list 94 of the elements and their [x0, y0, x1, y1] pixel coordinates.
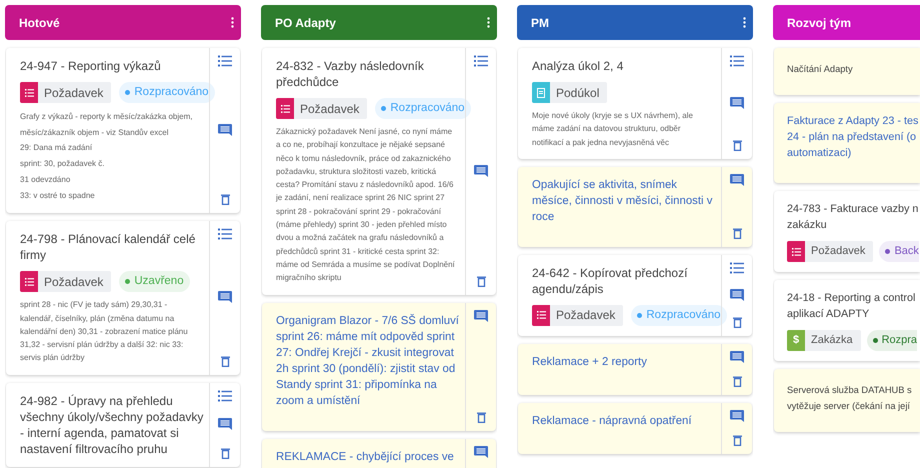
note-text: Načítání Adapty: [787, 63, 854, 76]
note-text: Reklamace - nápravná opatření: [532, 414, 693, 429]
card-title: 24-982 - Úpravy na přehledu všechny úkoly/všechny požadavky - interní agenda, pamatovat si nastavení filtrovacího pruhu: [20, 392, 204, 457]
status-label: Rozpracováno: [134, 84, 209, 100]
trash-icon[interactable]: [732, 316, 742, 328]
note-text: Organigram Blazor - 7/6 SŠ domluví sprint 26: máme mít odpověd sprint 27: Ondřej Krejčí - zkusit integrovat 2h sprint 30 (pondělí): zjistit stav od Standy sprint 31: připomínka na zoom a umístění: [276, 313, 460, 409]
description-text: 33: v ostré to spadne: [20, 190, 96, 202]
task-card[interactable]: Analýza úkol 2, 4 Podúkol Moje nové úkoly (kryje se s UX návrhem), ale máme zadání na datovou strukturu, odběr notifikací a pak jedna nevyjasněná věc: [518, 48, 752, 159]
task-card[interactable]: 24-783 - Fakturace vazby n zakázku Požadavek Back: [774, 191, 920, 272]
card-title: 24-832 - Vazby následovník předchůdce: [276, 58, 425, 90]
status-label: Uzavřeno: [134, 274, 184, 290]
note-text: REKLAMACE - chybějící proces ve: [276, 450, 455, 465]
document-icon: [537, 88, 545, 98]
comment-icon[interactable]: [474, 446, 488, 459]
list-icon[interactable]: [218, 55, 232, 67]
note-text: Fakturace z Adapty 23 - tes 24 - plán na představení (o automatizaci): [787, 114, 920, 161]
list-icon: [536, 311, 546, 320]
type-label: Požadavek: [811, 244, 866, 260]
comment-icon[interactable]: [730, 288, 744, 302]
trash-icon[interactable]: [220, 448, 230, 459]
task-card[interactable]: [6, 221, 240, 375]
note-card[interactable]: Opakující se aktivita, snímek měsíce, činnosti v měsíci, činnosti v roce: [518, 166, 752, 247]
note-text: Reklamace + 2 reporty: [532, 354, 648, 370]
card-title: 24-947 - Reporting výkazů: [20, 58, 162, 74]
type-label: Požadavek: [44, 84, 104, 102]
more-menu-icon[interactable]: [231, 17, 234, 28]
trash-icon[interactable]: [220, 356, 230, 367]
description-text: Grafy z výkazů - reporty k měsíc/zakázka objem, měsíc/zákazník objem - viz Standův excel: [20, 111, 194, 139]
list-icon: [792, 248, 800, 256]
card-title: 24-642 - Kopírovat předchozí agendu/zápis: [532, 264, 688, 297]
trash-icon[interactable]: [476, 412, 486, 423]
note-card[interactable]: Organigram Blazor - 7/6 SŠ domluví sprint 26: máme mít odpověd sprint 27: Ondřej Krejčí - zkusit integrovat 2h sprint 30 (pondělí): zjistit stav od Standy sprint 31: připomínka na zoom a umístění: [262, 302, 496, 431]
status-label: Rozpracováno: [390, 100, 465, 116]
note-text: Opakující se aktivita, snímek měsíce, činnosti v měsíci, činnosti v roce: [532, 178, 714, 225]
description-text: sprint: 30, požadavek č.: [20, 158, 106, 170]
comment-icon[interactable]: [218, 124, 232, 138]
list-icon[interactable]: [730, 262, 744, 274]
status-label: Back: [894, 244, 919, 260]
trash-icon[interactable]: [476, 276, 486, 287]
comment-icon[interactable]: [218, 418, 232, 432]
card-title: 24-798 - Plánovací kalendář celé firmy: [20, 231, 196, 264]
type-label: Požadavek: [300, 100, 360, 118]
status-label: Rozpracováno: [646, 308, 721, 323]
note-card[interactable]: Reklamace + 2 reporty: [518, 344, 752, 395]
note-card[interactable]: Reklamace - nápravná opatření: [518, 402, 752, 454]
type-label: Podúkol: [556, 84, 600, 102]
more-menu-icon[interactable]: [487, 17, 490, 28]
description-text: Moje nové úkoly (kryje se s UX návrhem), ale máme zadání na datovou strukturu, odběr notifikací a pak jedna nevyjasněná věc: [532, 110, 694, 149]
description-text: sprint 28 - nic (FV je tady sám) 29,30,31 - kalendář, číselníky, plán (změna datumu na kalendářní den) 30,31 - zobrazení matice plánu 31,32 - servisní plán údržby a další 32: nic 33: servis plán údržby: [20, 299, 189, 364]
list-icon[interactable]: [218, 228, 232, 240]
task-card[interactable]: 24-982 - Úpravy na přehledu všechny úkoly/všechny požadavky - interní agenda, pamatovat si nastavení filtrovacího pruhu: [6, 382, 240, 467]
column-title: PM: [531, 14, 549, 32]
description-text: Zákaznický požadavek Není jasné, co nyní máme a co ne, probíhají konzultace je nějaké sepsané něco k tomu následovník, práce od zakaznického požadavku, struktura složitosti vazeb, kritická cesta? Promítání stavu z následovníků apod. 16/6 je zadání, není realizace sprint 26 NIC sprint 27 sprint 28 - pokračování sprint 29 - pokračování (máme přehledy) sprint 30 - jeden přehled místo dvou a možná začátek na grafu následovníků a předchůdců sprint 31 - kritické cesta sprint 32: máme od Semráda a musíme se podívat Doplnění migračního skriptu: [276, 126, 456, 284]
note-card[interactable]: Načítání Adapty: [774, 48, 920, 95]
task-card[interactable]: [6, 48, 240, 214]
comment-icon[interactable]: [474, 310, 488, 323]
card-title: 24-783 - Fakturace vazby n zakázku: [787, 202, 920, 233]
trash-icon[interactable]: [732, 228, 742, 239]
column-title: PO Adapty: [275, 14, 336, 32]
note-text: Serverová služba DATAHUB s vytěžuje server (čekání na její: [787, 384, 913, 413]
list-icon: [24, 88, 34, 96]
list-icon[interactable]: [474, 55, 488, 67]
comment-icon[interactable]: [730, 174, 744, 187]
comment-icon[interactable]: [730, 96, 744, 110]
dollar-sign: $: [792, 333, 800, 348]
note-card[interactable]: REKLAMACE - chybějící proces ve: [262, 438, 496, 468]
type-label: Zakázka: [811, 333, 853, 348]
status-label: Rozpra: [882, 333, 918, 348]
note-card[interactable]: Serverová služba DATAHUB s vytěžuje server (čekání na její: [774, 369, 920, 432]
description-text: 29: Dana má zadání: [20, 142, 94, 154]
trash-icon[interactable]: [220, 194, 230, 206]
note-card[interactable]: Fakturace z Adapty 23 - tes 24 - plán na představení (o automatizaci): [774, 103, 920, 183]
task-card[interactable]: 24-18 - Reporting a control aplikací ADAPTY $ Zakázka Rozpra: [774, 280, 920, 361]
type-label: Požadavek: [556, 307, 616, 324]
type-label: Požadavek: [44, 274, 104, 291]
comment-icon[interactable]: [474, 164, 488, 178]
list-icon[interactable]: [730, 55, 744, 67]
task-card[interactable]: 24-642 - Kopírovat předchozí agendu/zápis Požadavek Rozpracováno: [518, 254, 752, 336]
column-title: Rozvoj tým: [787, 14, 852, 32]
list-icon: [24, 278, 34, 286]
list-icon[interactable]: [218, 390, 232, 402]
card-title: 24-18 - Reporting a control aplikací ADAPTY: [787, 291, 916, 322]
column-title: Hotové: [19, 14, 60, 32]
trash-icon[interactable]: [732, 434, 742, 446]
comment-icon[interactable]: [730, 350, 744, 364]
more-menu-icon[interactable]: [743, 17, 746, 28]
comment-icon[interactable]: [730, 410, 744, 423]
list-icon: [280, 104, 290, 112]
trash-icon[interactable]: [732, 140, 742, 151]
card-title: Analýza úkol 2, 4: [532, 58, 624, 74]
comment-icon[interactable]: [218, 291, 232, 304]
task-card[interactable]: [262, 48, 496, 295]
trash-icon[interactable]: [732, 376, 742, 387]
description-text: 31 odevzdáno: [20, 174, 72, 186]
